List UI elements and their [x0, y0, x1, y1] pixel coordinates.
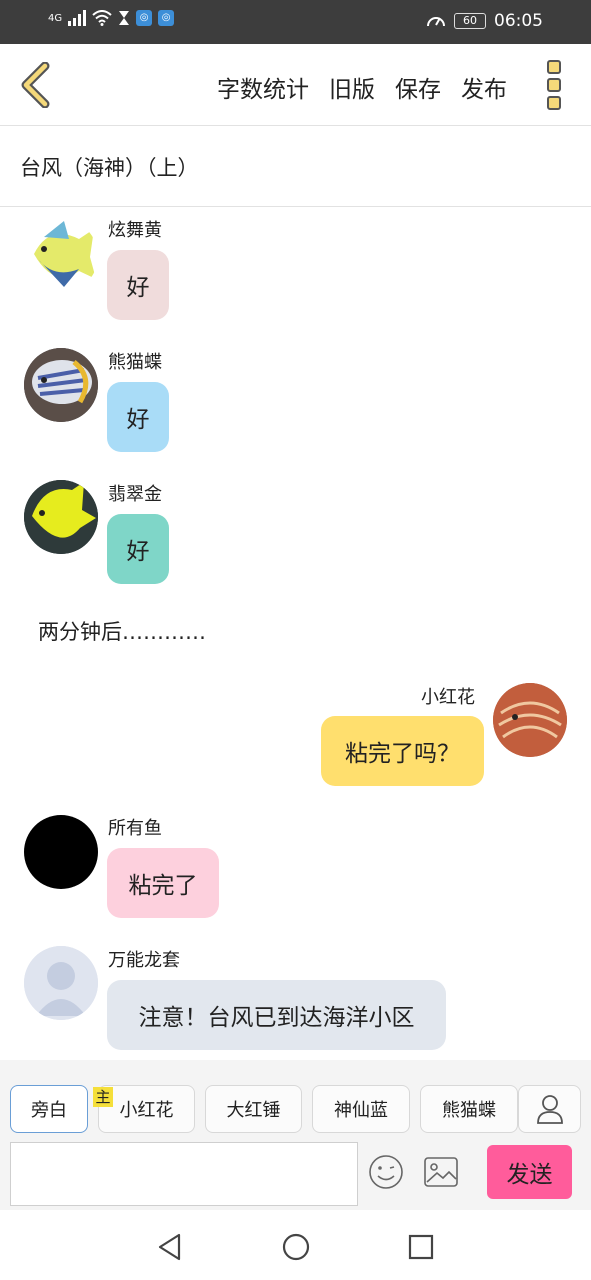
notification-icon: ◎	[136, 10, 153, 26]
nav-home-icon[interactable]	[281, 1232, 311, 1262]
narration-text[interactable]: 两分钟后…………	[38, 616, 206, 646]
story-title-bar[interactable]: 台风（海神）（上）	[0, 126, 591, 207]
network-type: 4G	[48, 12, 63, 24]
main-character-tag: 主	[93, 1087, 113, 1107]
sender-name: 炫舞黄	[108, 220, 162, 241]
message-bubble[interactable]: 好	[107, 514, 169, 584]
default-user-icon	[24, 946, 98, 1020]
avatar[interactable]	[24, 480, 98, 554]
hourglass-icon	[119, 11, 130, 25]
composer: 发送	[0, 1140, 591, 1210]
fish-icon	[493, 683, 567, 757]
avatar[interactable]	[24, 815, 98, 889]
wifi-icon	[92, 10, 112, 26]
save-button[interactable]: 保存	[395, 70, 441, 104]
emoji-icon[interactable]	[368, 1154, 404, 1190]
signal-icon	[68, 10, 87, 26]
sender-name: 熊猫蝶	[108, 352, 162, 373]
person-icon	[536, 1095, 563, 1124]
old-version-button[interactable]: 旧版	[329, 70, 375, 104]
fish-icon	[24, 480, 98, 554]
message-bubble[interactable]: 好	[107, 382, 169, 452]
status-bar: 4G ◎ ◎ 60 06:05	[0, 0, 591, 44]
avatar[interactable]	[24, 946, 98, 1020]
avatar[interactable]	[493, 683, 567, 757]
sender-name: 翡翠金	[108, 484, 162, 505]
message-bubble[interactable]: 注意！台风已到达海洋小区	[107, 980, 446, 1050]
back-arrow-icon[interactable]	[18, 62, 52, 108]
send-button[interactable]: 发送	[487, 1145, 572, 1199]
top-toolbar: 字数统计 旧版 保存 发布	[0, 44, 591, 126]
publish-button[interactable]: 发布	[461, 70, 507, 104]
chip-character[interactable]: 神仙蓝	[312, 1085, 410, 1133]
character-selector: 旁白 小红花 大红锤 神仙蓝 熊猫蝶	[0, 1060, 591, 1140]
nav-back-icon[interactable]	[155, 1232, 185, 1262]
fish-icon	[34, 221, 96, 287]
avatar[interactable]	[24, 348, 98, 422]
sender-name: 小红花	[421, 687, 475, 708]
clock: 06:05	[494, 11, 543, 31]
notification-icon-2: ◎	[158, 10, 175, 26]
chip-narration[interactable]: 旁白	[10, 1085, 88, 1133]
sender-name: 万能龙套	[108, 950, 180, 971]
character-list-button[interactable]	[518, 1085, 581, 1133]
sender-name: 所有鱼	[108, 818, 162, 839]
avatar[interactable]	[24, 219, 98, 293]
system-nav-bar	[0, 1210, 591, 1280]
message-bubble[interactable]: 粘完了吗？	[321, 716, 484, 786]
word-count-button[interactable]: 字数统计	[217, 70, 309, 104]
story-title: 台风（海神）（上）	[20, 156, 199, 180]
chip-character[interactable]: 熊猫蝶	[420, 1085, 518, 1133]
chip-character[interactable]: 大红锤	[205, 1085, 302, 1133]
battery-icon: 60	[454, 13, 486, 29]
speedometer-icon	[427, 17, 445, 27]
message-bubble[interactable]: 粘完了	[107, 848, 219, 918]
fish-icon	[24, 348, 98, 422]
chat-area[interactable]: 炫舞黄 好 熊猫蝶 好 翡翠金 好 两分钟后………… 小红花 粘完了吗？ 所有鱼…	[0, 207, 591, 1060]
message-bubble[interactable]: 好	[107, 250, 169, 320]
message-input[interactable]	[10, 1142, 358, 1206]
nav-recents-icon[interactable]	[406, 1232, 436, 1262]
more-menu-icon[interactable]	[547, 60, 563, 110]
image-icon[interactable]	[423, 1156, 459, 1188]
